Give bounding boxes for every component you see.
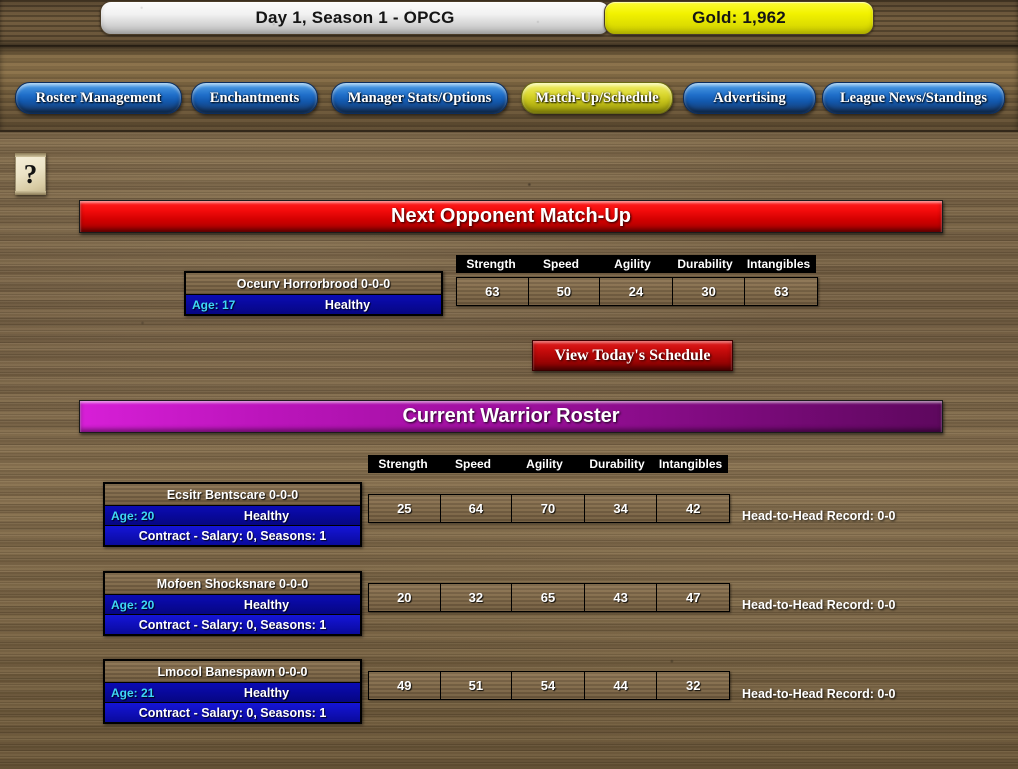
day-season-label: Day 1, Season 1 - OPCG [255, 8, 455, 27]
nav-label: Roster Management [35, 89, 162, 106]
roster-player-age: Age: 21 [105, 683, 173, 702]
view-todays-schedule-label: View Today's Schedule [554, 346, 711, 364]
nav-button-manager-stats-options[interactable]: Manager Stats/Options [331, 82, 508, 114]
nav-button-league-news-standings[interactable]: League News/Standings [822, 82, 1005, 114]
roster-stat-durability: 43 [584, 584, 658, 611]
roster-stat-agility: 70 [512, 495, 585, 522]
roster-stat-durability: 34 [584, 495, 658, 522]
view-todays-schedule-button[interactable]: View Today's Schedule [532, 340, 733, 371]
roster-stat-speed: 64 [440, 495, 513, 522]
roster-stat-strength: 25 [369, 495, 441, 522]
roster-stat-row: 20 32 65 43 47 [368, 583, 730, 612]
roster-player-age: Age: 20 [105, 506, 173, 525]
opponent-stat-intangibles: 63 [745, 278, 817, 305]
roster-player-name: Mofoen Shocksnare 0-0-0 [105, 573, 360, 595]
opponent-status-row: Age: 17 Healthy [186, 295, 441, 314]
opponent-stat-durability: 30 [672, 278, 746, 305]
nav-label: League News/Standings [839, 89, 988, 106]
stat-header-durability: Durability [677, 257, 733, 271]
roster-player-card[interactable]: Mofoen Shocksnare 0-0-0 Age: 20 Healthy … [103, 571, 362, 636]
roster-player-card[interactable]: Ecsitr Bentscare 0-0-0 Age: 20 Healthy C… [103, 482, 362, 547]
nav-button-roster-management[interactable]: Roster Management [15, 82, 182, 114]
roster-stat-header: Strength Speed Agility Durability Intang… [368, 455, 728, 473]
stat-header-intangibles: Intangibles [746, 257, 811, 271]
roster-player-status-row: Age: 20 Healthy [105, 506, 360, 525]
roster-stat-speed: 32 [440, 584, 513, 611]
roster-player-health: Healthy [173, 506, 360, 525]
head-to-head-record: Head-to-Head Record: 0-0 [742, 509, 896, 523]
stat-header-strength: Strength [466, 257, 516, 271]
nav-button-advertising[interactable]: Advertising [683, 82, 816, 114]
next-opponent-banner-label: Next Opponent Match-Up [391, 205, 631, 227]
help-question-mark-icon[interactable]: ? [15, 153, 46, 195]
gold-display: Gold: 1,962 [604, 1, 874, 35]
roster-player-status-row: Age: 20 Healthy [105, 595, 360, 614]
opponent-player-card[interactable]: Oceurv Horrorbrood 0-0-0 Age: 17 Healthy [184, 271, 443, 316]
roster-player-age: Age: 20 [105, 595, 173, 614]
head-to-head-record: Head-to-Head Record: 0-0 [742, 687, 896, 701]
roster-stat-intangibles: 32 [657, 672, 729, 699]
nav-label: Enchantments [209, 89, 300, 106]
day-season-display: Day 1, Season 1 - OPCG [100, 1, 610, 35]
stat-header-strength: Strength [378, 457, 428, 471]
roster-player-health: Healthy [173, 683, 360, 702]
opponent-stat-agility: 24 [600, 278, 673, 305]
nav-button-match-up-schedule[interactable]: Match-Up/Schedule [521, 82, 673, 114]
roster-player-name: Lmocol Banespawn 0-0-0 [105, 661, 360, 683]
stat-header-intangibles: Intangibles [658, 457, 723, 471]
roster-stat-strength: 20 [369, 584, 441, 611]
nav-button-enchantments[interactable]: Enchantments [191, 82, 318, 114]
roster-stat-intangibles: 47 [657, 584, 729, 611]
head-to-head-record: Head-to-Head Record: 0-0 [742, 598, 896, 612]
top-status-bar: Day 1, Season 1 - OPCG Gold: 1,962 [0, 0, 1018, 45]
gold-label: Gold: 1,962 [692, 8, 786, 27]
stat-header-agility: Agility [614, 257, 651, 271]
roster-player-name: Ecsitr Bentscare 0-0-0 [105, 484, 360, 506]
roster-stat-agility: 54 [512, 672, 585, 699]
stat-header-durability: Durability [589, 457, 645, 471]
opponent-stat-header: Strength Speed Agility Durability Intang… [456, 255, 816, 273]
opponent-name: Oceurv Horrorbrood 0-0-0 [186, 273, 441, 295]
help-glyph: ? [23, 158, 38, 189]
roster-stat-strength: 49 [369, 672, 441, 699]
next-opponent-banner: Next Opponent Match-Up [79, 200, 943, 233]
roster-stat-agility: 65 [512, 584, 585, 611]
stat-header-agility: Agility [526, 457, 563, 471]
opponent-stat-strength: 63 [457, 278, 529, 305]
opponent-age: Age: 17 [186, 295, 254, 314]
roster-stat-speed: 51 [440, 672, 513, 699]
current-warrior-roster-banner: Current Warrior Roster [79, 400, 943, 433]
roster-player-contract: Contract - Salary: 0, Seasons: 1 [105, 614, 360, 634]
stat-header-speed: Speed [542, 257, 579, 271]
opponent-stat-speed: 50 [528, 278, 601, 305]
roster-player-contract: Contract - Salary: 0, Seasons: 1 [105, 702, 360, 722]
opponent-stat-row: 63 50 24 30 63 [456, 277, 818, 306]
nav-label: Manager Stats/Options [347, 89, 492, 106]
roster-stat-durability: 44 [584, 672, 658, 699]
roster-stat-row: 49 51 54 44 32 [368, 671, 730, 700]
roster-stat-intangibles: 42 [657, 495, 729, 522]
current-warrior-roster-banner-label: Current Warrior Roster [402, 405, 620, 427]
roster-player-card[interactable]: Lmocol Banespawn 0-0-0 Age: 21 Healthy C… [103, 659, 362, 724]
nav-label: Advertising [713, 89, 786, 106]
opponent-health: Healthy [254, 295, 441, 314]
nav-label: Match-Up/Schedule [535, 89, 659, 106]
roster-player-contract: Contract - Salary: 0, Seasons: 1 [105, 525, 360, 545]
roster-player-status-row: Age: 21 Healthy [105, 683, 360, 702]
roster-player-health: Healthy [173, 595, 360, 614]
stat-header-speed: Speed [454, 457, 491, 471]
roster-stat-row: 25 64 70 34 42 [368, 494, 730, 523]
